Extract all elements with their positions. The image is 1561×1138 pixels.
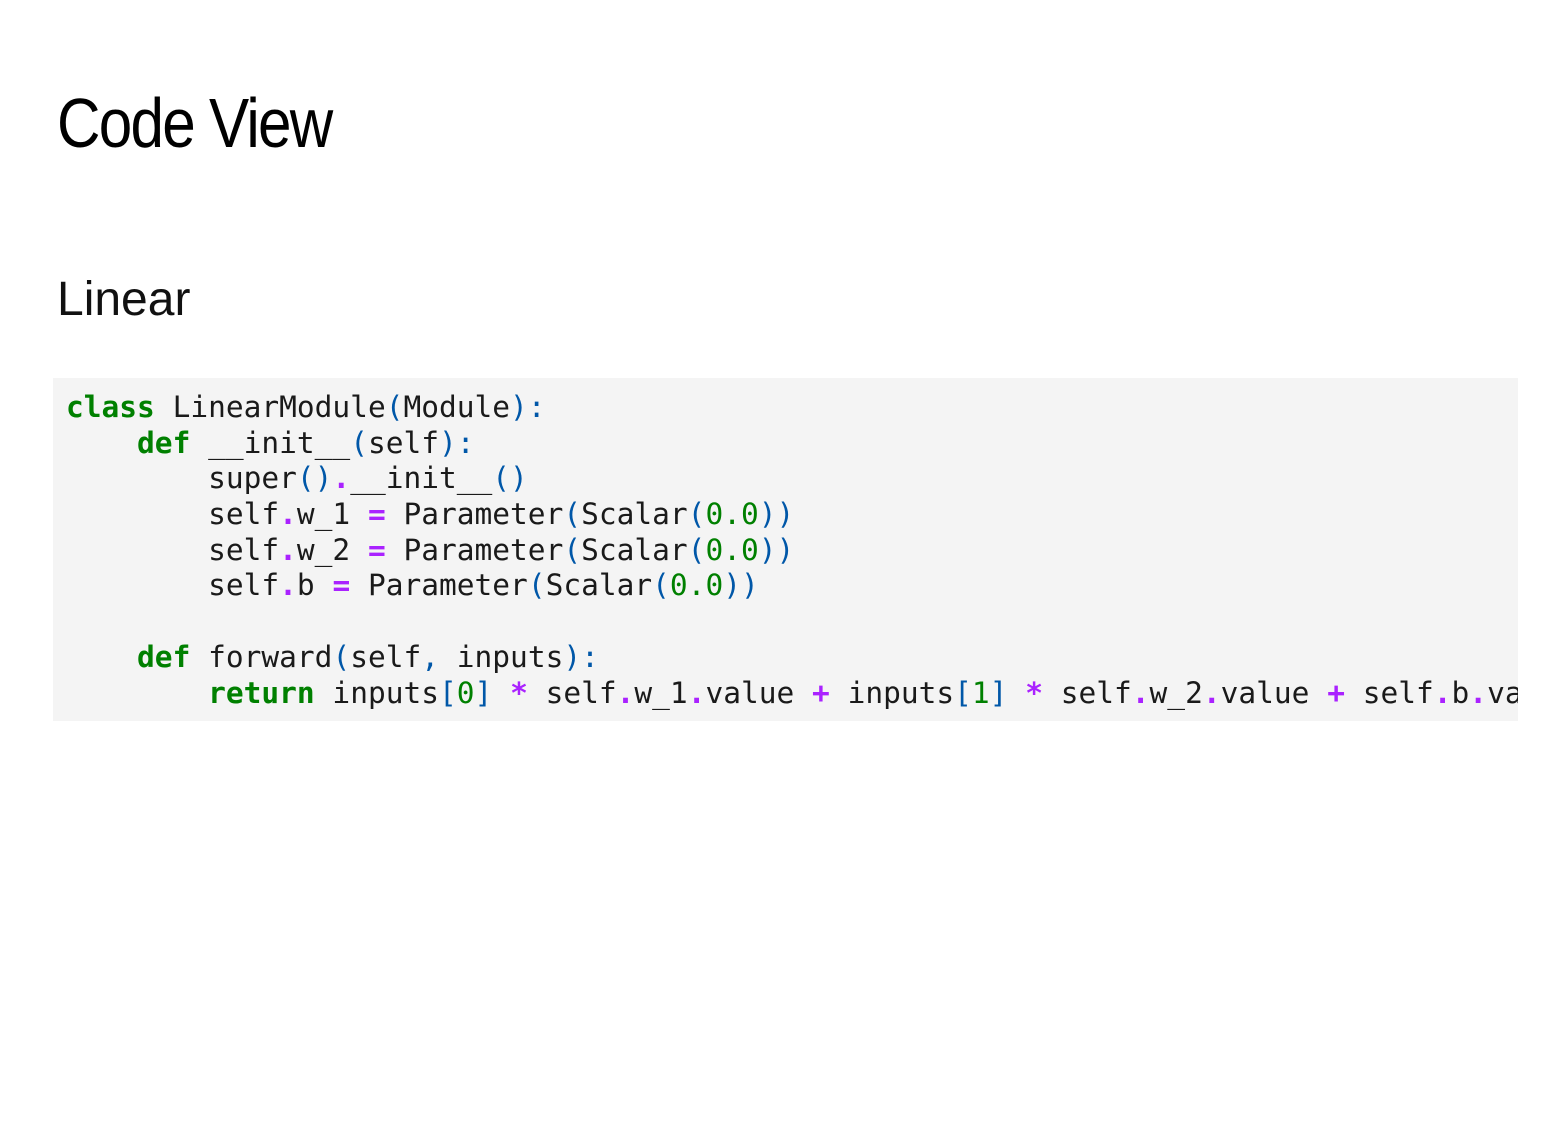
code-line: self.w_1 = Parameter(Scalar(0.0)) bbox=[66, 497, 1518, 533]
code-punctuation: () bbox=[296, 461, 333, 496]
code-operator: . bbox=[687, 675, 706, 710]
code-text: Parameter bbox=[350, 568, 528, 603]
code-text: self bbox=[1344, 675, 1434, 710]
code-text: Module bbox=[403, 390, 511, 424]
code-keyword: class bbox=[66, 390, 155, 424]
code-operator: . bbox=[1469, 675, 1488, 710]
code-text: __init__ bbox=[190, 425, 351, 460]
code-line: self.w_2 = Parameter(Scalar(0.0)) bbox=[66, 533, 1518, 569]
code-punctuation: [ bbox=[439, 675, 457, 710]
code-punctuation: ): bbox=[439, 425, 475, 460]
code-text: w_2 bbox=[296, 532, 368, 567]
code-text: Scalar bbox=[545, 568, 653, 603]
code-number: 1 bbox=[971, 675, 990, 710]
code-keyword: def bbox=[137, 425, 191, 460]
code-text: self bbox=[66, 532, 280, 567]
code-punctuation: )) bbox=[758, 497, 795, 532]
code-text: value bbox=[705, 675, 813, 710]
code-operator: . bbox=[279, 568, 297, 603]
code-punctuation: , bbox=[421, 639, 440, 674]
code-punctuation: )) bbox=[758, 532, 795, 567]
code-punctuation: () bbox=[492, 461, 528, 496]
code-operator: . bbox=[616, 675, 635, 710]
code-operator: . bbox=[1433, 675, 1452, 710]
code-number: 0.0 bbox=[669, 568, 724, 603]
code-line: def __init__(self): bbox=[66, 426, 1518, 462]
code-operator: * bbox=[1025, 675, 1043, 710]
code-keyword: def bbox=[137, 639, 191, 674]
code-operator: + bbox=[1327, 675, 1345, 710]
code-line: class LinearModule(Module): bbox=[66, 390, 1518, 426]
code-text: Parameter bbox=[385, 497, 564, 532]
code-number: 0 bbox=[456, 675, 475, 710]
code-content: class LinearModule(Module): def __init__… bbox=[66, 390, 1518, 711]
code-number: 0.0 bbox=[705, 532, 759, 567]
code-block: class LinearModule(Module): def __init__… bbox=[53, 378, 1518, 721]
code-text: LinearModule bbox=[154, 390, 386, 424]
code-text: w_1 bbox=[634, 675, 688, 710]
code-text: inputs bbox=[439, 639, 564, 674]
code-line: self.b = Parameter(Scalar(0.0)) bbox=[66, 568, 1518, 604]
code-operator: . bbox=[1131, 675, 1150, 710]
code-text: b bbox=[296, 568, 333, 603]
code-text: va bbox=[1487, 675, 1518, 710]
code-line: return inputs[0] * self.w_1.value + inpu… bbox=[66, 676, 1518, 712]
code-punctuation: ( bbox=[527, 568, 546, 603]
code-operator: . bbox=[332, 461, 351, 496]
code-text: self bbox=[350, 639, 422, 674]
code-text: self bbox=[527, 675, 617, 710]
code-text: forward bbox=[190, 639, 333, 674]
code-punctuation: ): bbox=[510, 390, 546, 424]
code-line: def forward(self, inputs): bbox=[66, 640, 1518, 676]
code-lines: class LinearModule(Module): def __init__… bbox=[66, 390, 1518, 711]
code-text: super bbox=[66, 461, 297, 496]
code-text: self bbox=[1042, 675, 1132, 710]
code-punctuation: ] bbox=[989, 675, 1008, 710]
code-text: b bbox=[1451, 675, 1470, 710]
code-text: w_1 bbox=[296, 497, 368, 532]
code-text: w_2 bbox=[1149, 675, 1203, 710]
code-operator: . bbox=[1202, 675, 1221, 710]
code-operator: = bbox=[367, 497, 386, 532]
code-text: value bbox=[1220, 675, 1328, 710]
code-operator: . bbox=[279, 532, 297, 567]
code-operator: = bbox=[332, 568, 351, 603]
code-punctuation: ( bbox=[687, 532, 706, 567]
code-text: Scalar bbox=[581, 532, 688, 567]
code-text: Scalar bbox=[581, 497, 688, 532]
code-text: inputs bbox=[314, 675, 439, 710]
code-line: super().__init__() bbox=[66, 461, 1518, 497]
section-title: Linear bbox=[57, 273, 191, 326]
code-text: Parameter bbox=[385, 532, 564, 567]
code-punctuation: ( bbox=[332, 639, 351, 674]
code-operator: = bbox=[367, 532, 386, 567]
code-operator: + bbox=[812, 675, 830, 710]
code-punctuation: ( bbox=[563, 497, 582, 532]
code-punctuation: ( bbox=[687, 497, 706, 532]
code-operator: * bbox=[510, 675, 528, 710]
code-text: __init__ bbox=[350, 461, 493, 496]
code-operator: . bbox=[279, 497, 297, 532]
code-punctuation: ( bbox=[563, 532, 582, 567]
code-punctuation: ] bbox=[474, 675, 493, 710]
code-text: self bbox=[66, 568, 280, 603]
page-title: Code View bbox=[57, 84, 333, 162]
code-text: self bbox=[66, 497, 280, 532]
code-text: self bbox=[367, 425, 440, 460]
code-punctuation: ( bbox=[652, 568, 670, 603]
code-punctuation: ( bbox=[385, 390, 404, 424]
code-text: inputs bbox=[829, 675, 955, 710]
code-punctuation: [ bbox=[954, 675, 972, 710]
code-number: 0.0 bbox=[705, 497, 759, 532]
code-punctuation: ( bbox=[350, 425, 368, 460]
code-punctuation: ): bbox=[563, 639, 599, 674]
code-keyword: return bbox=[208, 675, 315, 710]
code-punctuation: )) bbox=[723, 568, 759, 603]
